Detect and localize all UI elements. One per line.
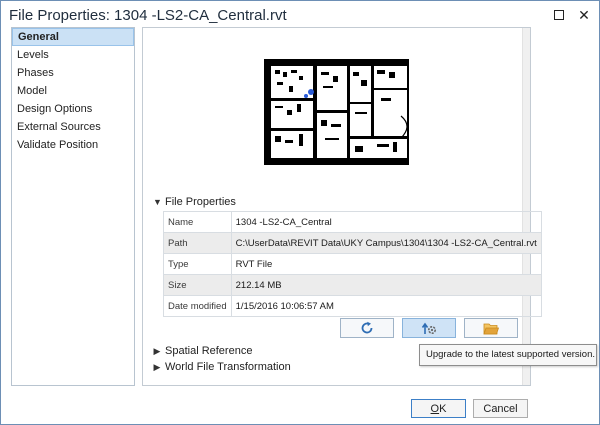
upgrade-button[interactable] <box>402 318 456 338</box>
property-key-date-modified: Date modified <box>163 295 232 317</box>
table-row: Size 212.14 MB <box>163 274 542 296</box>
refresh-button[interactable] <box>340 318 394 338</box>
table-row: Date modified 1/15/2016 10:06:57 AM <box>163 295 542 317</box>
cancel-button[interactable]: Cancel <box>473 399 528 418</box>
maximize-icon <box>554 10 564 20</box>
property-value-name: 1304 -LS2-CA_Central <box>230 211 542 233</box>
property-key-size: Size <box>163 274 232 296</box>
file-properties-dialog: File Properties: 1304 -LS2-CA_Central.rv… <box>0 0 600 425</box>
property-key-path: Path <box>163 232 232 254</box>
property-key-name: Name <box>163 211 232 233</box>
property-value-size: 212.14 MB <box>230 274 542 296</box>
upgrade-tooltip: Upgrade to the latest supported version. <box>419 344 597 366</box>
file-properties-title: File Properties <box>165 196 236 208</box>
nav-item-validate-position[interactable]: Validate Position <box>12 136 134 154</box>
refresh-icon <box>361 321 373 334</box>
upgrade-icon <box>421 322 437 335</box>
close-button[interactable]: ✕ <box>572 5 596 25</box>
property-key-type: Type <box>163 253 232 275</box>
spatial-reference-header[interactable]: ▶ Spatial Reference <box>153 343 253 359</box>
panel-scrollbar[interactable] <box>522 28 530 385</box>
world-file-transformation-title: World File Transformation <box>165 361 291 373</box>
ok-button-label: OK <box>430 402 447 415</box>
table-row: Name 1304 -LS2-CA_Central <box>163 211 542 233</box>
nav-item-levels[interactable]: Levels <box>12 46 134 64</box>
ok-button[interactable]: OK <box>411 399 466 418</box>
close-icon: ✕ <box>578 6 590 23</box>
property-value-path: C:\UserData\REVIT Data\UKY Campus\1304\1… <box>230 232 542 254</box>
open-folder-icon <box>483 323 499 334</box>
table-row: Type RVT File <box>163 253 542 275</box>
property-value-date-modified: 1/15/2016 10:06:57 AM <box>230 295 542 317</box>
spatial-reference-title: Spatial Reference <box>165 345 253 357</box>
file-properties-table: Name 1304 -LS2-CA_Central Path C:\UserDa… <box>163 211 542 317</box>
nav-item-external-sources[interactable]: External Sources <box>12 118 134 136</box>
nav-item-phases[interactable]: Phases <box>12 64 134 82</box>
general-panel: ▼ File Properties Name 1304 -LS2-CA_Cent… <box>142 27 542 386</box>
category-list: General Levels Phases Model Design Optio… <box>11 27 135 386</box>
nav-item-design-options[interactable]: Design Options <box>12 100 134 118</box>
chevron-down-icon: ▼ <box>153 197 162 207</box>
table-row: Path C:\UserData\REVIT Data\UKY Campus\1… <box>163 232 542 254</box>
nav-item-model[interactable]: Model <box>12 82 134 100</box>
window-title: File Properties: 1304 -LS2-CA_Central.rv… <box>9 7 287 24</box>
chevron-right-icon: ▶ <box>153 361 161 372</box>
property-value-type: RVT File <box>230 253 542 275</box>
nav-item-general[interactable]: General <box>12 28 134 46</box>
file-properties-header[interactable]: ▼ File Properties <box>153 194 236 210</box>
world-file-transformation-header[interactable]: ▶ World File Transformation <box>153 359 291 375</box>
chevron-right-icon: ▶ <box>153 345 161 356</box>
maximize-button[interactable] <box>547 5 571 25</box>
open-folder-button[interactable] <box>464 318 518 338</box>
drawing-thumbnail <box>264 59 409 165</box>
